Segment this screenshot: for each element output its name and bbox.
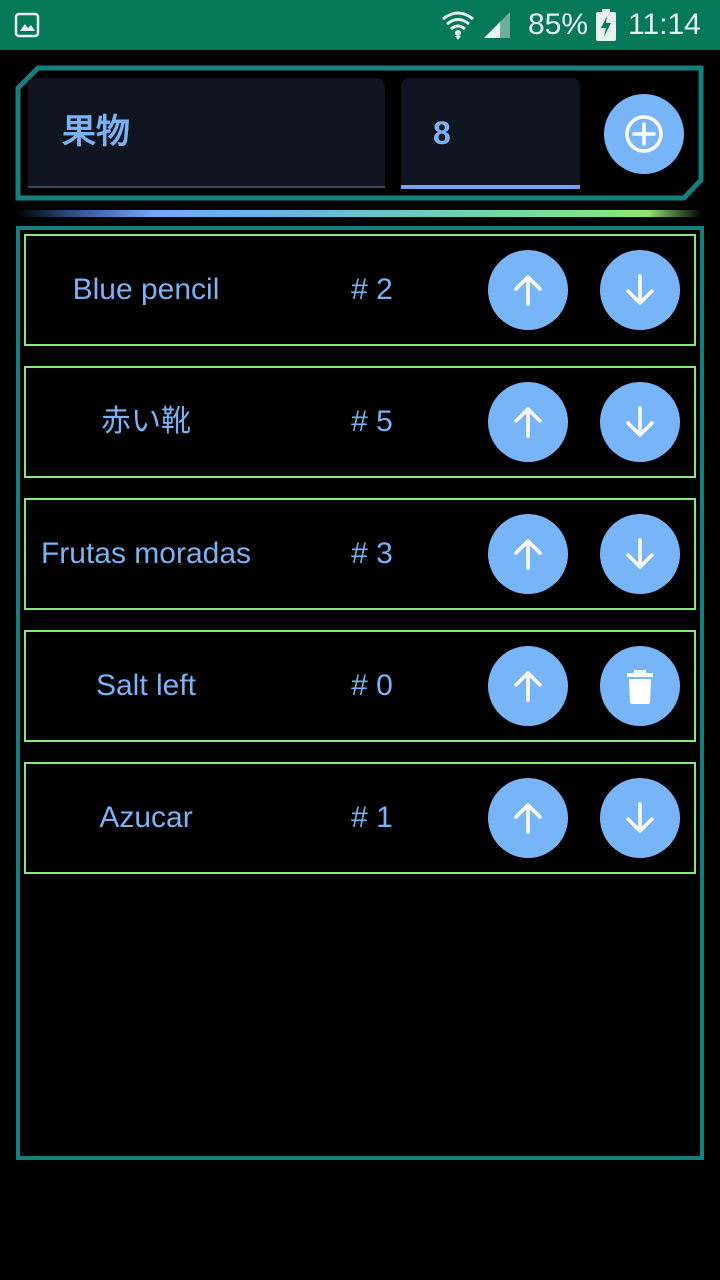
move-up-button[interactable] — [488, 382, 568, 462]
clock: 11:14 — [628, 8, 701, 41]
item-name-input[interactable]: 果物 — [28, 78, 385, 188]
add-circle-icon — [625, 115, 663, 153]
add-item-button[interactable] — [604, 94, 684, 174]
signal-icon — [484, 12, 510, 38]
battery-percentage: 85% — [528, 8, 589, 41]
move-down-button[interactable] — [600, 250, 680, 330]
list-item: Azucar # 1 — [24, 762, 696, 874]
list-item: Frutas moradas # 3 — [24, 498, 696, 610]
move-up-button[interactable] — [488, 646, 568, 726]
list-item: Blue pencil # 2 — [24, 234, 696, 346]
quantity-input[interactable]: 8 — [401, 78, 580, 189]
move-up-button[interactable] — [488, 514, 568, 594]
move-down-button[interactable] — [600, 514, 680, 594]
gallery-notification-icon — [14, 12, 40, 38]
item-count: # 5 — [351, 405, 393, 438]
delete-button[interactable] — [600, 646, 680, 726]
wifi-icon — [442, 11, 474, 40]
move-up-button[interactable] — [488, 250, 568, 330]
item-name: 赤い靴 — [101, 405, 191, 438]
move-down-button[interactable] — [600, 382, 680, 462]
list-item: 赤い靴 # 5 — [24, 366, 696, 478]
arrow-up-icon — [514, 803, 542, 834]
item-name: Blue pencil — [72, 273, 220, 306]
item-count: # 2 — [351, 273, 393, 306]
arrow-up-icon — [514, 407, 542, 438]
arrow-down-icon — [626, 538, 654, 569]
status-bar: 85% 11:14 — [0, 0, 720, 50]
list-item: Salt left # 0 — [24, 630, 696, 742]
trash-icon — [627, 670, 653, 704]
arrow-up-icon — [514, 275, 542, 306]
item-name: Salt left — [95, 669, 197, 702]
battery-charging-icon — [596, 9, 616, 41]
arrow-down-icon — [626, 802, 654, 833]
item-name: Azucar — [99, 801, 193, 834]
item-count: # 0 — [351, 669, 393, 702]
arrow-down-icon — [626, 274, 654, 305]
item-name: Frutas moradas — [40, 537, 252, 570]
move-up-button[interactable] — [488, 778, 568, 858]
item-count: # 3 — [351, 537, 393, 570]
item-count: # 1 — [351, 801, 393, 834]
move-down-button[interactable] — [600, 778, 680, 858]
arrow-up-icon — [514, 671, 542, 702]
arrow-down-icon — [626, 406, 654, 437]
header-divider — [16, 210, 702, 217]
arrow-up-icon — [514, 539, 542, 570]
